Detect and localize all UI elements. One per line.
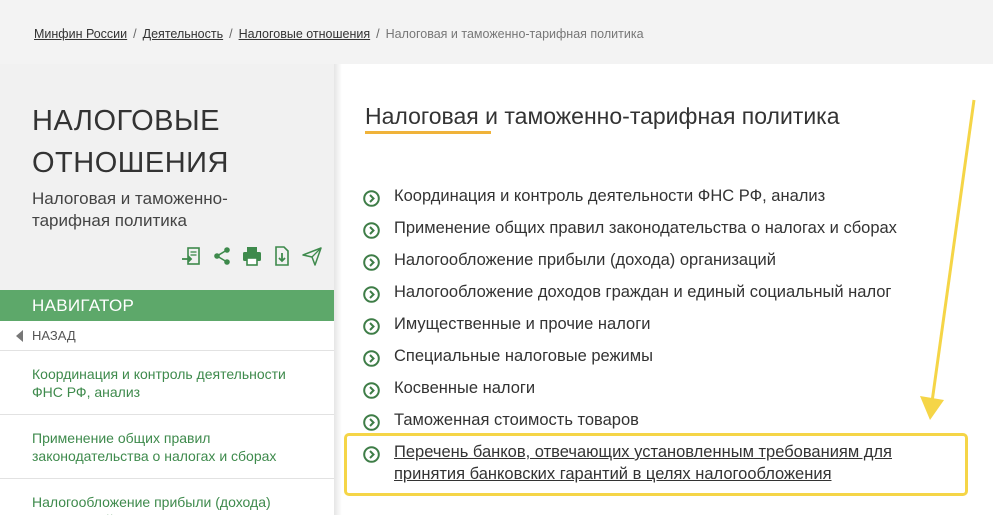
- send-icon[interactable]: [300, 244, 324, 268]
- chevron-circle-icon: [363, 286, 380, 303]
- title-underline: [365, 131, 491, 134]
- export-icon[interactable]: [180, 244, 204, 268]
- link-item[interactable]: Применение общих правил законодательства…: [363, 217, 897, 239]
- chevron-circle-icon: [363, 190, 380, 207]
- link-label: Применение общих правил законодательства…: [394, 219, 897, 237]
- section-title: НАЛОГОВЫЕ ОТНОШЕНИЯ: [32, 100, 229, 184]
- breadcrumb-separator: /: [229, 27, 233, 41]
- highlight-box: [344, 433, 968, 496]
- share-icon[interactable]: [210, 244, 234, 268]
- page-tools: [180, 244, 324, 268]
- link-label: Налогообложение доходов граждан и единый…: [394, 283, 892, 301]
- page-title: Налоговая и таможенно-тарифная политика: [365, 103, 840, 129]
- sidebar-shadow: [334, 64, 342, 515]
- section-title-line2: ОТНОШЕНИЯ: [32, 147, 229, 179]
- top-bar: Минфин России / Деятельность / Налоговые отн…: [0, 0, 993, 64]
- navigator-header: НАВИГАТОР: [0, 290, 334, 321]
- link-label: Таможенная стоимость товаров: [394, 411, 639, 429]
- breadcrumb-separator: /: [376, 27, 380, 41]
- sidebar-nav-item[interactable]: Налогообложение прибыли (дохода) организ…: [0, 478, 334, 515]
- breadcrumb: Минфин России / Деятельность / Налоговые отн…: [34, 27, 644, 41]
- link-item[interactable]: Налогообложение прибыли (дохода) организ…: [363, 249, 776, 271]
- back-button[interactable]: НАЗАД: [0, 321, 334, 350]
- breadcrumb-current: Налоговая и таможенно-тарифная политика: [385, 27, 644, 41]
- link-item[interactable]: Имущественные и прочие налоги: [363, 313, 650, 335]
- link-item[interactable]: Координация и контроль деятельности ФНС …: [363, 185, 825, 207]
- link-label: Косвенные налоги: [394, 379, 536, 397]
- link-label: Имущественные и прочие налоги: [394, 315, 651, 333]
- chevron-circle-icon: [363, 254, 380, 271]
- chevron-circle-icon: [363, 414, 380, 431]
- link-item[interactable]: Таможенная стоимость товаров: [363, 409, 639, 431]
- chevron-circle-icon: [363, 382, 380, 399]
- link-label: Налогообложение прибыли (дохода) организ…: [394, 251, 776, 269]
- sidebar-nav-item[interactable]: Координация и контроль деятельности ФНС …: [0, 350, 334, 414]
- chevron-circle-icon: [363, 318, 380, 335]
- breadcrumb-link-tax-relations[interactable]: Налоговые отношения: [239, 27, 371, 41]
- print-icon[interactable]: [240, 244, 264, 268]
- link-label: Координация и контроль деятельности ФНС …: [394, 187, 826, 205]
- breadcrumb-link-minfin[interactable]: Минфин России: [34, 27, 127, 41]
- sidebar-nav-item[interactable]: Применение общих правил законодательства…: [0, 414, 334, 478]
- breadcrumb-link-activity[interactable]: Деятельность: [143, 27, 223, 41]
- link-label: Специальные налоговые режимы: [394, 347, 653, 365]
- sidebar: НАЛОГОВЫЕ ОТНОШЕНИЯ Налоговая и таможенн…: [0, 64, 334, 515]
- chevron-circle-icon: [363, 222, 380, 239]
- section-title-line1: НАЛОГОВЫЕ: [32, 105, 221, 137]
- link-item[interactable]: Специальные налоговые режимы: [363, 345, 653, 367]
- back-label: НАЗАД: [32, 328, 76, 343]
- download-icon[interactable]: [270, 244, 294, 268]
- section-subtitle: Налоговая и таможенно-тарифная политика: [32, 189, 228, 230]
- chevron-circle-icon: [363, 350, 380, 367]
- back-arrow-icon: [16, 330, 23, 342]
- breadcrumb-separator: /: [133, 27, 137, 41]
- link-item[interactable]: Косвенные налоги: [363, 377, 535, 399]
- link-item[interactable]: Налогообложение доходов граждан и единый…: [363, 281, 891, 303]
